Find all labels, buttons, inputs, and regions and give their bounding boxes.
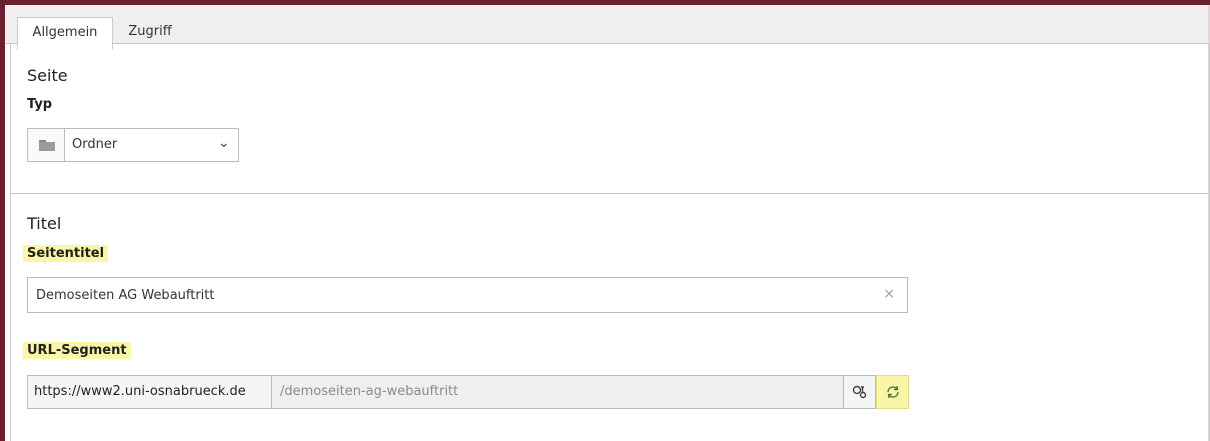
page-type-select[interactable]: Ordner ⌄ <box>27 128 239 162</box>
refresh-icon <box>887 385 899 399</box>
tab-bar: Allgemein Zugriff <box>5 5 1208 50</box>
url-prefix-text: https://www2.uni-osnabrueck.de <box>34 384 246 399</box>
url-edit-toggle-button[interactable] <box>843 375 876 409</box>
field-label-seitentitel: Seitentitel <box>23 245 109 262</box>
section-divider <box>10 193 1208 194</box>
url-segment-field[interactable]: https://www2.uni-osnabrueck.de /demoseit… <box>27 375 875 409</box>
seitentitel-input[interactable]: Demoseiten AG Webauftritt × <box>27 277 908 313</box>
seitentitel-value: Demoseiten AG Webauftritt <box>36 288 215 303</box>
folder-icon <box>28 129 65 161</box>
section-title-titel: Titel <box>27 214 62 233</box>
seitentitel-label-text: Seitentitel <box>23 245 109 262</box>
page-type-value: Ordner <box>72 137 118 152</box>
url-recalculate-button[interactable] <box>876 375 909 409</box>
unlink-toggle-icon <box>852 385 867 399</box>
chevron-down-icon: ⌄ <box>218 135 230 151</box>
section-title-seite: Seite <box>27 66 68 85</box>
field-label-typ: Typ <box>27 97 53 112</box>
url-segment-label-text: URL-Segment <box>23 342 131 359</box>
url-prefix: https://www2.uni-osnabrueck.de <box>28 376 272 408</box>
field-label-url-segment: URL-Segment <box>23 342 131 359</box>
left-frame-border <box>0 0 5 441</box>
close-icon[interactable]: × <box>883 286 895 302</box>
url-segment-value: /demoseiten-ag-webauftritt <box>280 384 459 399</box>
